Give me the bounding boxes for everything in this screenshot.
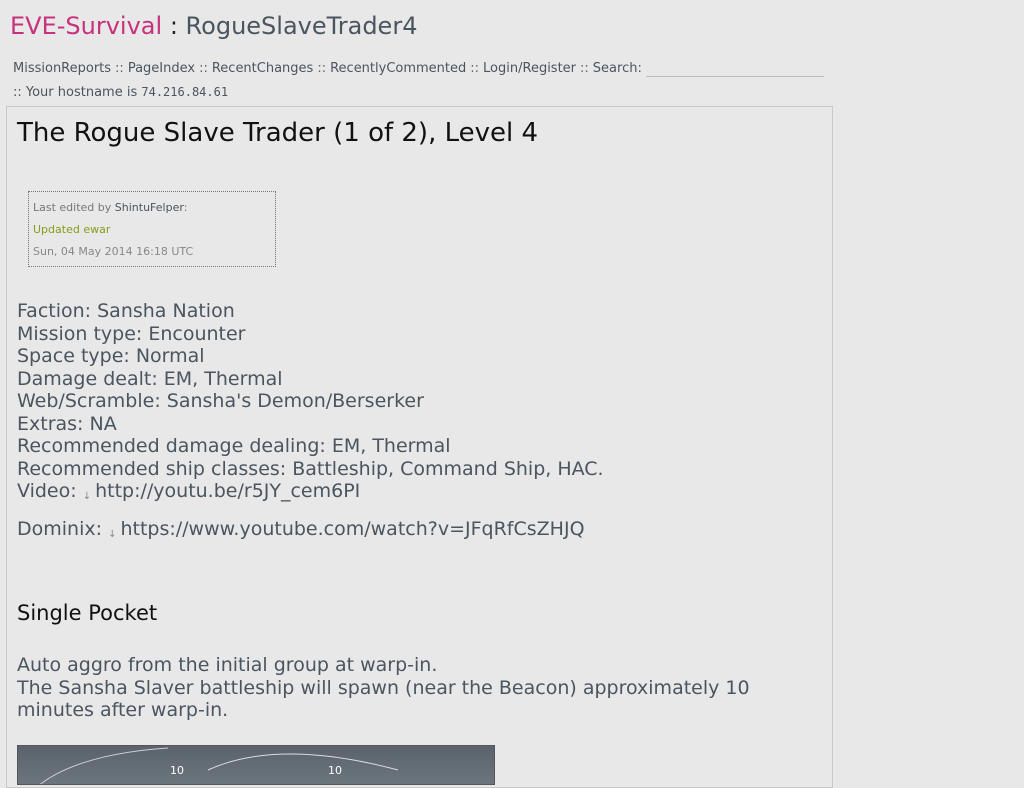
hostname-line: :: Your hostname is 74.216.84.61 xyxy=(13,85,228,100)
nav-page-index[interactable]: PageIndex xyxy=(128,61,195,76)
search-label: Search: xyxy=(592,61,642,76)
nav-separator: :: xyxy=(470,61,480,76)
info-faction: Faction: Sansha Nation xyxy=(17,300,235,322)
edit-suffix: : xyxy=(183,201,188,214)
overview-map-graphic: 10 10 xyxy=(39,747,399,784)
info-extras: Extras: NA xyxy=(17,412,117,435)
nav-login-register[interactable]: Login/Register xyxy=(483,61,576,76)
nav-separator: :: xyxy=(199,61,208,76)
info-space-type: Space type: Normal xyxy=(17,345,205,367)
map-arc-left xyxy=(39,747,169,784)
nav-separator: :: xyxy=(317,61,327,76)
hostname-prefix: :: Your hostname is xyxy=(13,85,138,100)
desc-line-1: Auto aggro from the initial group at war… xyxy=(17,654,438,676)
search-input[interactable] xyxy=(645,60,824,77)
nav-recently-commented[interactable]: RecentlyCommented xyxy=(330,61,466,76)
edit-date: Sun, 04 May 2014 16:18 UTC xyxy=(33,245,194,258)
section-heading-single-pocket: Single Pocket xyxy=(17,601,158,625)
mission-info: Faction: Sansha Nation Mission type: Enc… xyxy=(17,300,604,509)
map-range-label: 10 xyxy=(170,764,184,777)
site-header: EVE-Survival : RogueSlaveTrader4 xyxy=(10,12,417,40)
hostname-ip: 74.216.84.61 xyxy=(141,85,229,99)
dominix-label: Dominix: xyxy=(17,518,103,540)
info-web-scramble: Web/Scramble: Sansha's Demon/Berserker xyxy=(17,390,424,412)
page-content: The Rogue Slave Trader (1 of 2), Level 4… xyxy=(6,106,833,788)
info-video: Video: ↓ http://youtu.be/r5JY_cem6PI xyxy=(17,480,604,509)
revision-info: Last edited by ShintuFelper: Updated ewa… xyxy=(28,191,276,267)
external-link-icon: ↓ xyxy=(108,529,117,540)
nav-mission-reports[interactable]: MissionReports xyxy=(13,61,111,76)
info-recommended-ships: Recommended ship classes: Battleship, Co… xyxy=(17,457,604,480)
video-link[interactable]: http://youtu.be/r5JY_cem6PI xyxy=(95,480,360,502)
nav-recent-changes[interactable]: RecentChanges xyxy=(212,61,313,76)
dominix-video-link[interactable]: https://www.youtube.com/watch?v=JFqRfCsZ… xyxy=(120,518,584,540)
info-recommended-damage: Recommended damage dealing: EM, Thermal xyxy=(17,435,451,457)
nav-separator: :: xyxy=(115,61,124,76)
desc-line-2: The Sansha Slaver battleship will spawn … xyxy=(17,676,750,722)
pocket-description: Auto aggro from the initial group at war… xyxy=(17,654,817,722)
page-title: The Rogue Slave Trader (1 of 2), Level 4 xyxy=(17,118,539,148)
header-separator: : xyxy=(169,12,178,40)
external-link-icon: ↓ xyxy=(82,491,92,502)
dominix-line: Dominix: ↓ https://www.youtube.com/watch?… xyxy=(17,518,585,540)
edit-prefix: Last edited by xyxy=(33,201,112,214)
map-range-label: 10 xyxy=(328,764,342,777)
video-label: Video: xyxy=(17,480,77,502)
top-nav: MissionReports:: PageIndex:: RecentChanges… xyxy=(13,60,824,77)
info-mission-type: Mission type: Encounter xyxy=(17,322,246,345)
site-name-link[interactable]: EVE-Survival xyxy=(10,12,162,40)
nav-separator: :: xyxy=(580,61,589,76)
info-damage-dealt: Damage dealt: EM, Thermal xyxy=(17,367,283,390)
edit-note: Updated ewar xyxy=(33,223,111,236)
page-name-link[interactable]: RogueSlaveTrader4 xyxy=(186,12,418,40)
mission-screenshot: 10 10 xyxy=(17,745,495,785)
edit-author-link[interactable]: ShintuFelper xyxy=(115,201,184,214)
